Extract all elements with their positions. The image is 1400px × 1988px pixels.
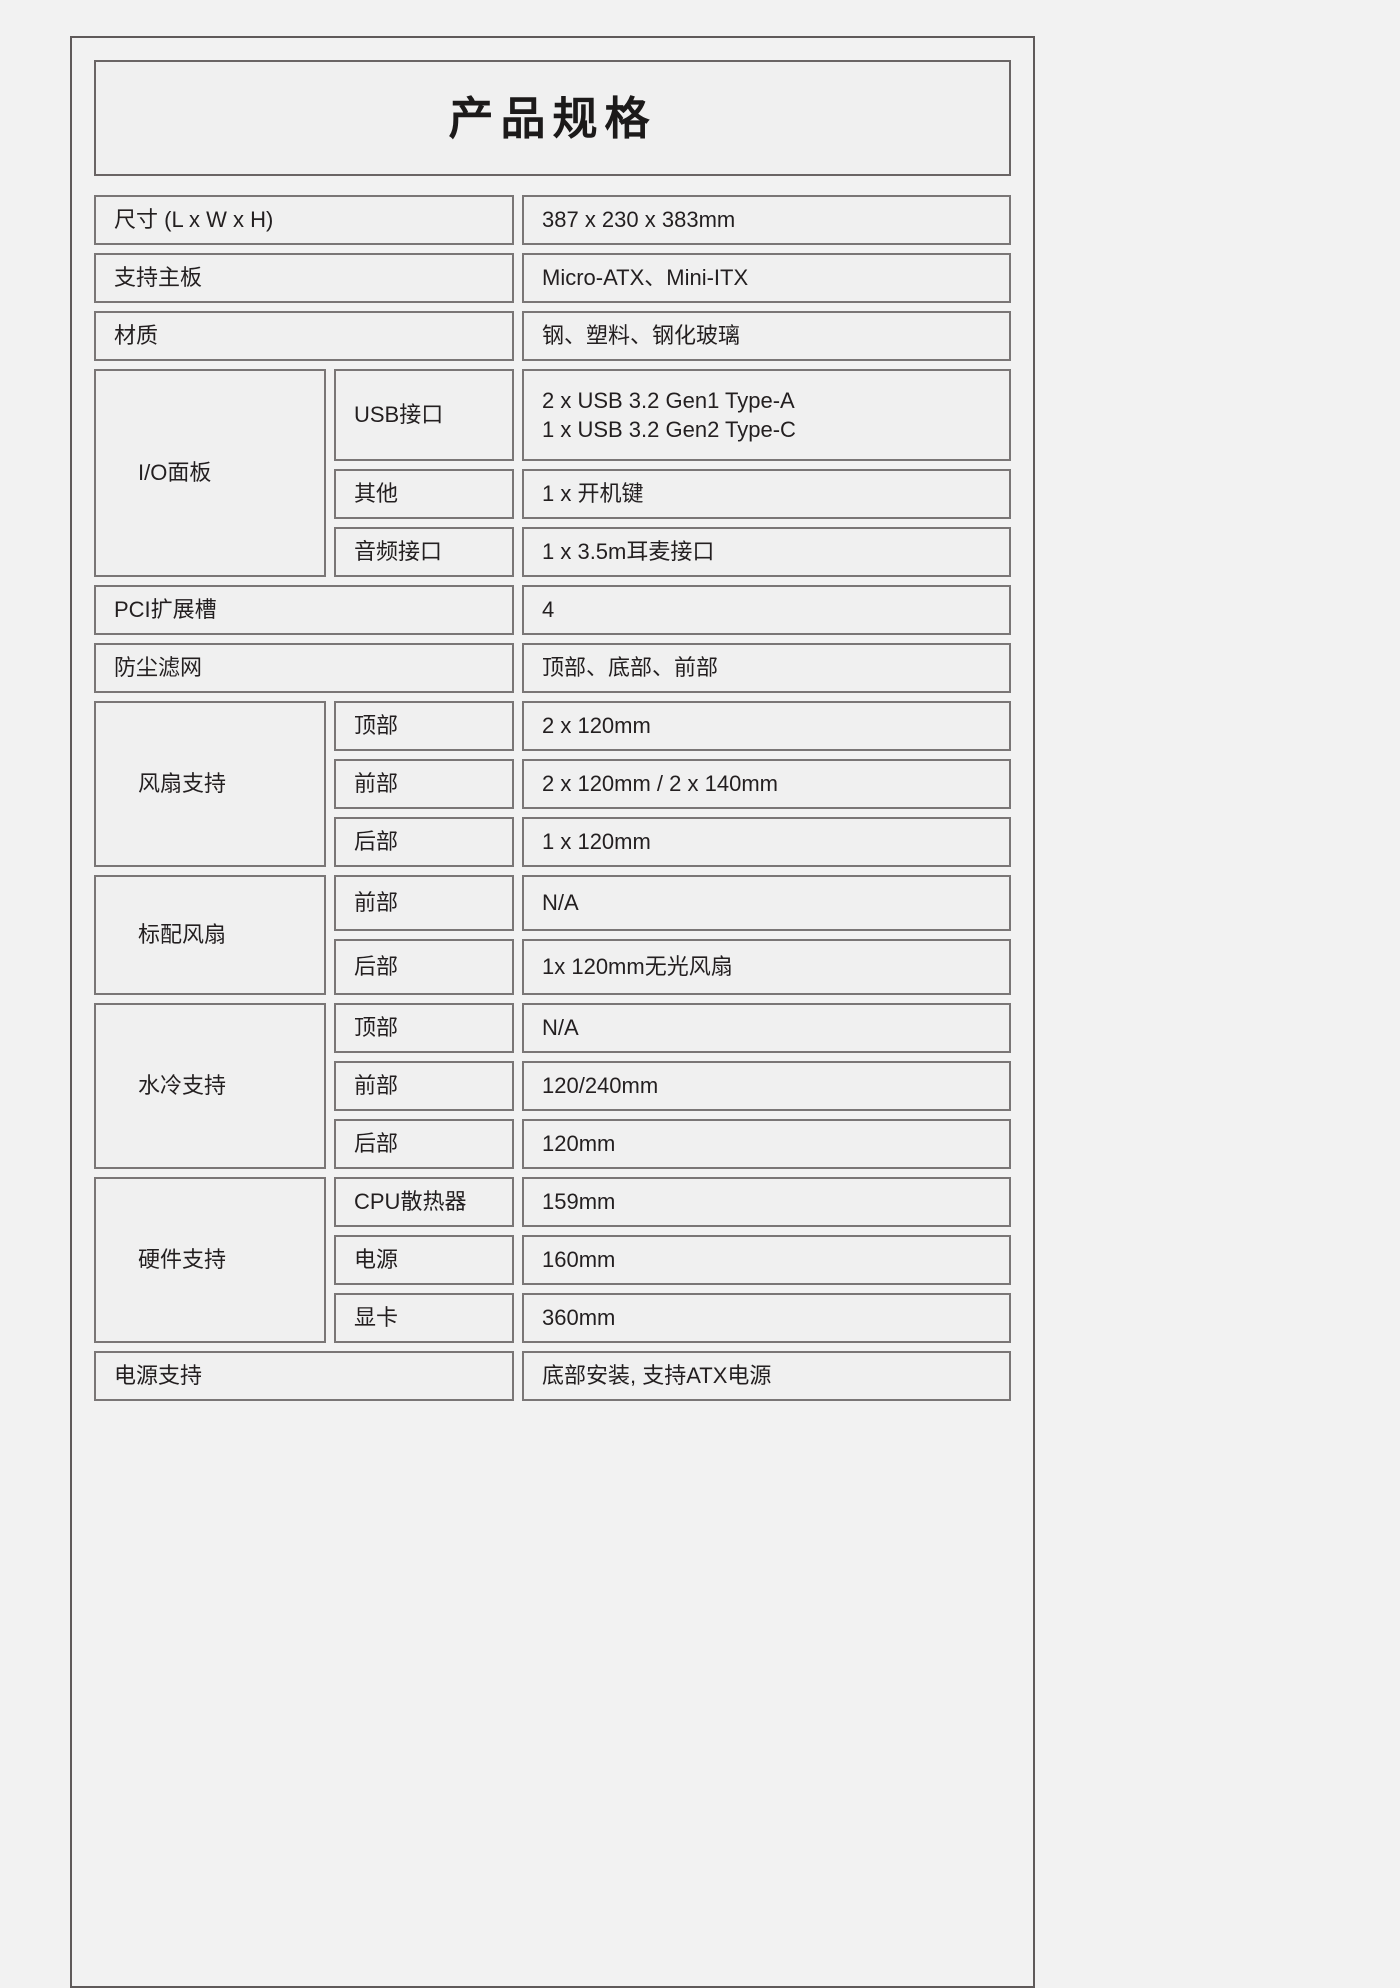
spec-sub-label: USB接口 (334, 369, 514, 461)
spec-sub-value: 1 x 开机键 (522, 469, 1011, 519)
spec-sub-value: N/A (522, 1003, 1011, 1053)
table-row-group-fan-support: 风扇支持 顶部 2 x 120mm 前部 2 x 120mm / 2 x 140… (94, 701, 1011, 867)
table-subrow: 显卡 360mm (334, 1293, 1011, 1343)
spec-sub-value: 1x 120mm无光风扇 (522, 939, 1011, 995)
table-subrow: 后部 1x 120mm无光风扇 (334, 939, 1011, 995)
spec-value-line: 2 x USB 3.2 Gen1 Type-A (542, 387, 795, 413)
spec-value-line: 1 x USB 3.2 Gen2 Type-C (542, 417, 796, 442)
spec-group-label: 风扇支持 (94, 701, 326, 867)
spec-label: 防尘滤网 (94, 643, 514, 693)
spec-sub-value: 2 x 120mm (522, 701, 1011, 751)
spec-sub-label: 后部 (334, 817, 514, 867)
spec-value: 387 x 230 x 383mm (522, 195, 1011, 245)
spec-label: 支持主板 (94, 253, 514, 303)
spec-group-label: 水冷支持 (94, 1003, 326, 1169)
table-subrow: 前部 2 x 120mm / 2 x 140mm (334, 759, 1011, 809)
spec-sub-label: CPU散热器 (334, 1177, 514, 1227)
table-row: 材质 钢、塑料、钢化玻璃 (94, 311, 1011, 361)
spec-label: 材质 (94, 311, 514, 361)
table-row: 尺寸 (L x W x H) 387 x 230 x 383mm (94, 195, 1011, 245)
spec-sub-value: N/A (522, 875, 1011, 931)
table-subrow: 前部 120/240mm (334, 1061, 1011, 1111)
spec-sub-label: 音频接口 (334, 527, 514, 577)
spec-sheet-page: 产品规格 尺寸 (L x W x H) 387 x 230 x 383mm 支持… (0, 0, 1400, 1988)
table-subrow: 前部 N/A (334, 875, 1011, 931)
spec-group-body: 顶部 N/A 前部 120/240mm 后部 120mm (334, 1003, 1011, 1169)
spec-value: 钢、塑料、钢化玻璃 (522, 311, 1011, 361)
page-title: 产品规格 (448, 92, 657, 144)
spec-group-body: 顶部 2 x 120mm 前部 2 x 120mm / 2 x 140mm 后部… (334, 701, 1011, 867)
spec-sub-value: 159mm (522, 1177, 1011, 1227)
spec-value: Micro-ATX、Mini-ITX (522, 253, 1011, 303)
spec-sub-value: 2 x 120mm / 2 x 140mm (522, 759, 1011, 809)
spec-sub-label: 前部 (334, 875, 514, 931)
table-row-group-stock-fan: 标配风扇 前部 N/A 后部 1x 120mm无光风扇 (94, 875, 1011, 995)
spec-sub-label: 电源 (334, 1235, 514, 1285)
table-subrow: CPU散热器 159mm (334, 1177, 1011, 1227)
spec-group-body: USB接口 2 x USB 3.2 Gen1 Type-A 1 x USB 3.… (334, 369, 1011, 577)
table-subrow: 电源 160mm (334, 1235, 1011, 1285)
spec-sub-value: 120/240mm (522, 1061, 1011, 1111)
table-subrow: 后部 120mm (334, 1119, 1011, 1169)
table-row-group-hardware-support: 硬件支持 CPU散热器 159mm 电源 160mm 显卡 360mm (94, 1177, 1011, 1343)
spec-sub-label: 前部 (334, 1061, 514, 1111)
spec-sub-value: 160mm (522, 1235, 1011, 1285)
table-subrow: 顶部 2 x 120mm (334, 701, 1011, 751)
table-row: 支持主板 Micro-ATX、Mini-ITX (94, 253, 1011, 303)
table-subrow: 后部 1 x 120mm (334, 817, 1011, 867)
spec-group-label: I/O面板 (94, 369, 326, 577)
table-subrow: USB接口 2 x USB 3.2 Gen1 Type-A 1 x USB 3.… (334, 369, 1011, 461)
table-row: 电源支持 底部安装, 支持ATX电源 (94, 1351, 1011, 1401)
spec-sub-value: 120mm (522, 1119, 1011, 1169)
table-row-group-liquid-cooling: 水冷支持 顶部 N/A 前部 120/240mm 后部 120mm (94, 1003, 1011, 1169)
spec-sheet-frame: 产品规格 尺寸 (L x W x H) 387 x 230 x 383mm 支持… (70, 36, 1035, 1988)
spec-value: 顶部、底部、前部 (522, 643, 1011, 693)
spec-sub-value: 2 x USB 3.2 Gen1 Type-A 1 x USB 3.2 Gen2… (522, 369, 1011, 461)
spec-table: 尺寸 (L x W x H) 387 x 230 x 383mm 支持主板 Mi… (94, 195, 1011, 1401)
spec-label: PCI扩展槽 (94, 585, 514, 635)
spec-group-body: 前部 N/A 后部 1x 120mm无光风扇 (334, 875, 1011, 995)
table-row-group-io-panel: I/O面板 USB接口 2 x USB 3.2 Gen1 Type-A 1 x … (94, 369, 1011, 577)
spec-sub-label: 后部 (334, 1119, 514, 1169)
spec-sub-label: 前部 (334, 759, 514, 809)
spec-sub-value: 360mm (522, 1293, 1011, 1343)
spec-group-label: 硬件支持 (94, 1177, 326, 1343)
spec-sub-value: 1 x 3.5m耳麦接口 (522, 527, 1011, 577)
page-title-banner: 产品规格 (94, 60, 1011, 176)
spec-group-body: CPU散热器 159mm 电源 160mm 显卡 360mm (334, 1177, 1011, 1343)
table-subrow: 顶部 N/A (334, 1003, 1011, 1053)
spec-label: 电源支持 (94, 1351, 514, 1401)
spec-group-label: 标配风扇 (94, 875, 326, 995)
spec-sub-label: 其他 (334, 469, 514, 519)
table-subrow: 其他 1 x 开机键 (334, 469, 1011, 519)
table-row: PCI扩展槽 4 (94, 585, 1011, 635)
spec-sub-label: 顶部 (334, 701, 514, 751)
spec-sub-label: 后部 (334, 939, 514, 995)
spec-sub-label: 显卡 (334, 1293, 514, 1343)
spec-label: 尺寸 (L x W x H) (94, 195, 514, 245)
spec-value: 底部安装, 支持ATX电源 (522, 1351, 1011, 1401)
table-row: 防尘滤网 顶部、底部、前部 (94, 643, 1011, 693)
spec-sub-value: 1 x 120mm (522, 817, 1011, 867)
table-subrow: 音频接口 1 x 3.5m耳麦接口 (334, 527, 1011, 577)
spec-value: 4 (522, 585, 1011, 635)
spec-sub-label: 顶部 (334, 1003, 514, 1053)
